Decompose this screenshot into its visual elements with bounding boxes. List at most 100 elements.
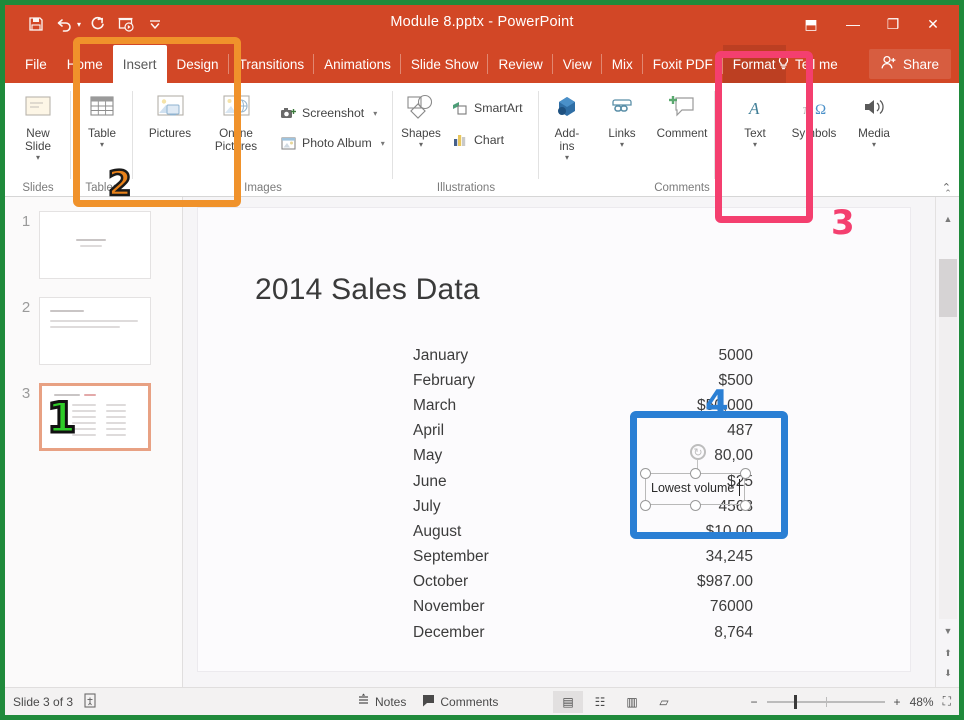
zoom-out-button[interactable]: − xyxy=(751,695,758,709)
zoom-in-button[interactable]: + xyxy=(894,695,901,709)
add-ins-button[interactable]: Add- ins ▾ xyxy=(539,83,595,162)
new-slide-caret-icon[interactable]: ▾ xyxy=(36,154,40,162)
ribbon-display-options-icon[interactable]: ⬒ xyxy=(789,9,833,39)
tab-home[interactable]: Home xyxy=(57,45,113,83)
vertical-scrollbar[interactable]: ⌃ ▲ ▼ ⬆ ⬇ xyxy=(935,197,959,687)
resize-handle-sw[interactable] xyxy=(640,500,651,511)
tell-me-search[interactable]: Tell me xyxy=(777,45,838,83)
new-comment-icon xyxy=(665,89,699,127)
links-button[interactable]: Links ▾ xyxy=(595,83,649,149)
new-slide-button[interactable]: New Slide ▾ xyxy=(5,83,71,162)
symbols-button[interactable]: πΩ Symbols xyxy=(783,83,845,140)
media-button[interactable]: Media ▾ xyxy=(845,83,903,149)
collapse-up-icon[interactable]: ⌃ xyxy=(936,183,959,203)
accessibility-icon[interactable] xyxy=(83,693,97,711)
resize-handle-s[interactable] xyxy=(690,500,701,511)
share-button[interactable]: Share xyxy=(869,49,951,79)
table-caret-icon[interactable]: ▾ xyxy=(100,141,104,149)
photo-album-button[interactable]: Photo Album ▾ xyxy=(277,131,388,155)
illustrations-small-buttons: SmartArt Chart xyxy=(449,83,526,152)
tab-review[interactable]: Review xyxy=(488,45,552,83)
tab-insert[interactable]: Insert xyxy=(113,45,167,83)
month-label: April xyxy=(413,422,444,440)
scrollbar-thumb[interactable] xyxy=(939,259,957,317)
online-pictures-label: Online Pictures xyxy=(215,127,257,153)
month-label: September xyxy=(413,548,489,566)
resize-handle-n[interactable] xyxy=(690,468,701,479)
fit-slide-to-window-button[interactable]: ⛶ xyxy=(943,694,951,709)
shapes-button[interactable]: Shapes ▾ xyxy=(393,83,449,149)
tab-mix[interactable]: Mix xyxy=(602,45,643,83)
table-button[interactable]: Table ▾ xyxy=(69,83,135,149)
resize-handle-se[interactable] xyxy=(740,500,751,511)
thumbnail-number-2: 2 xyxy=(13,297,39,316)
svg-text:A: A xyxy=(748,99,760,118)
next-slide-button[interactable]: ⬇ xyxy=(936,663,959,683)
data-row: August$10,00 xyxy=(413,519,753,544)
text-button[interactable]: A Text ▾ xyxy=(727,83,783,149)
resize-handle-ne[interactable] xyxy=(740,468,751,479)
smartart-button[interactable]: SmartArt xyxy=(449,96,526,120)
month-label: December xyxy=(413,624,485,642)
add-ins-caret-icon[interactable]: ▾ xyxy=(565,154,569,162)
reading-view-button[interactable]: ▥ xyxy=(617,691,647,713)
thumbnail-number-3: 3 xyxy=(13,383,39,402)
online-pictures-button[interactable]: Online Pictures xyxy=(203,83,269,153)
text-box-content[interactable]: Lowest volume xyxy=(651,481,734,495)
tab-design[interactable]: Design xyxy=(167,45,229,83)
slide-canvas[interactable]: 2014 Sales Data January5000 February$500… xyxy=(197,207,911,672)
restore-button[interactable]: ❐ xyxy=(873,9,913,39)
month-label: October xyxy=(413,573,468,591)
photo-album-caret-icon[interactable]: ▾ xyxy=(381,139,385,148)
rotation-handle[interactable]: ↻ xyxy=(690,444,706,460)
month-label: May xyxy=(413,447,442,465)
notes-button[interactable]: Notes xyxy=(357,693,406,710)
thumbnail-slide-2[interactable]: 2 xyxy=(13,297,151,365)
comments-button[interactable]: Comments xyxy=(422,694,498,710)
media-caret-icon[interactable]: ▾ xyxy=(872,141,876,149)
new-comment-button[interactable]: Comment xyxy=(649,83,715,140)
screenshot-caret-icon[interactable]: ▾ xyxy=(373,109,377,118)
month-value: $50,000 xyxy=(697,397,753,415)
tab-animations[interactable]: Animations xyxy=(314,45,401,83)
comments-label: Comments xyxy=(440,695,498,709)
normal-view-button[interactable]: ▤ xyxy=(553,691,583,713)
screenshot-button[interactable]: Screenshot ▾ xyxy=(277,101,388,125)
shapes-caret-icon[interactable]: ▾ xyxy=(419,141,423,149)
thumbnail-slide-1[interactable]: 1 xyxy=(13,211,151,279)
month-value: 34,245 xyxy=(706,548,753,566)
slide-sorter-view-button[interactable]: ☷ xyxy=(585,691,615,713)
zoom-level-label[interactable]: 48% xyxy=(910,695,934,709)
slide-indicator[interactable]: Slide 3 of 3 xyxy=(13,695,73,709)
month-value: $10,00 xyxy=(706,523,753,541)
links-caret-icon[interactable]: ▾ xyxy=(620,141,624,149)
scroll-up-button[interactable]: ▲ xyxy=(936,209,959,229)
selected-text-box[interactable]: ↻ Lowest volume xyxy=(645,473,745,505)
screenshot-icon xyxy=(280,105,297,122)
zoom-knob[interactable] xyxy=(794,695,797,709)
tab-transitions[interactable]: Transitions xyxy=(229,45,315,83)
ribbon-tab-strip: File Home Insert Design Transitions Anim… xyxy=(5,45,959,83)
comment-bubble-icon xyxy=(422,694,435,710)
minimize-button[interactable]: — xyxy=(833,9,873,39)
text-label: Text xyxy=(744,127,765,140)
scroll-down-button[interactable]: ▼ xyxy=(936,621,959,641)
tab-foxit-pdf[interactable]: Foxit PDF xyxy=(643,45,723,83)
chart-button[interactable]: Chart xyxy=(449,128,526,152)
tab-slide-show[interactable]: Slide Show xyxy=(401,45,489,83)
pictures-button[interactable]: Pictures xyxy=(137,83,203,140)
previous-slide-button[interactable]: ⬆ xyxy=(936,643,959,663)
slide-thumbnail-pane[interactable]: 1 2 3 xyxy=(5,197,183,687)
text-caret-icon[interactable]: ▾ xyxy=(753,141,757,149)
zoom-controls: − + 48% ⛶ xyxy=(751,694,951,709)
slide-title[interactable]: 2014 Sales Data xyxy=(255,273,480,307)
close-button[interactable]: ✕ xyxy=(913,9,953,39)
powerpoint-window: ▾ Module 8.pptx - PowerPoint ⬒ — ❐ ✕ Fil… xyxy=(5,5,959,715)
zoom-slider[interactable] xyxy=(767,695,885,709)
slide-editor-area[interactable]: 2014 Sales Data January5000 February$500… xyxy=(183,197,935,687)
slide-show-view-button[interactable]: ▱ xyxy=(649,691,679,713)
tab-view[interactable]: View xyxy=(553,45,602,83)
thumbnail-slide-3[interactable]: 3 xyxy=(13,383,151,451)
tab-file[interactable]: File xyxy=(15,45,57,83)
resize-handle-nw[interactable] xyxy=(640,468,651,479)
